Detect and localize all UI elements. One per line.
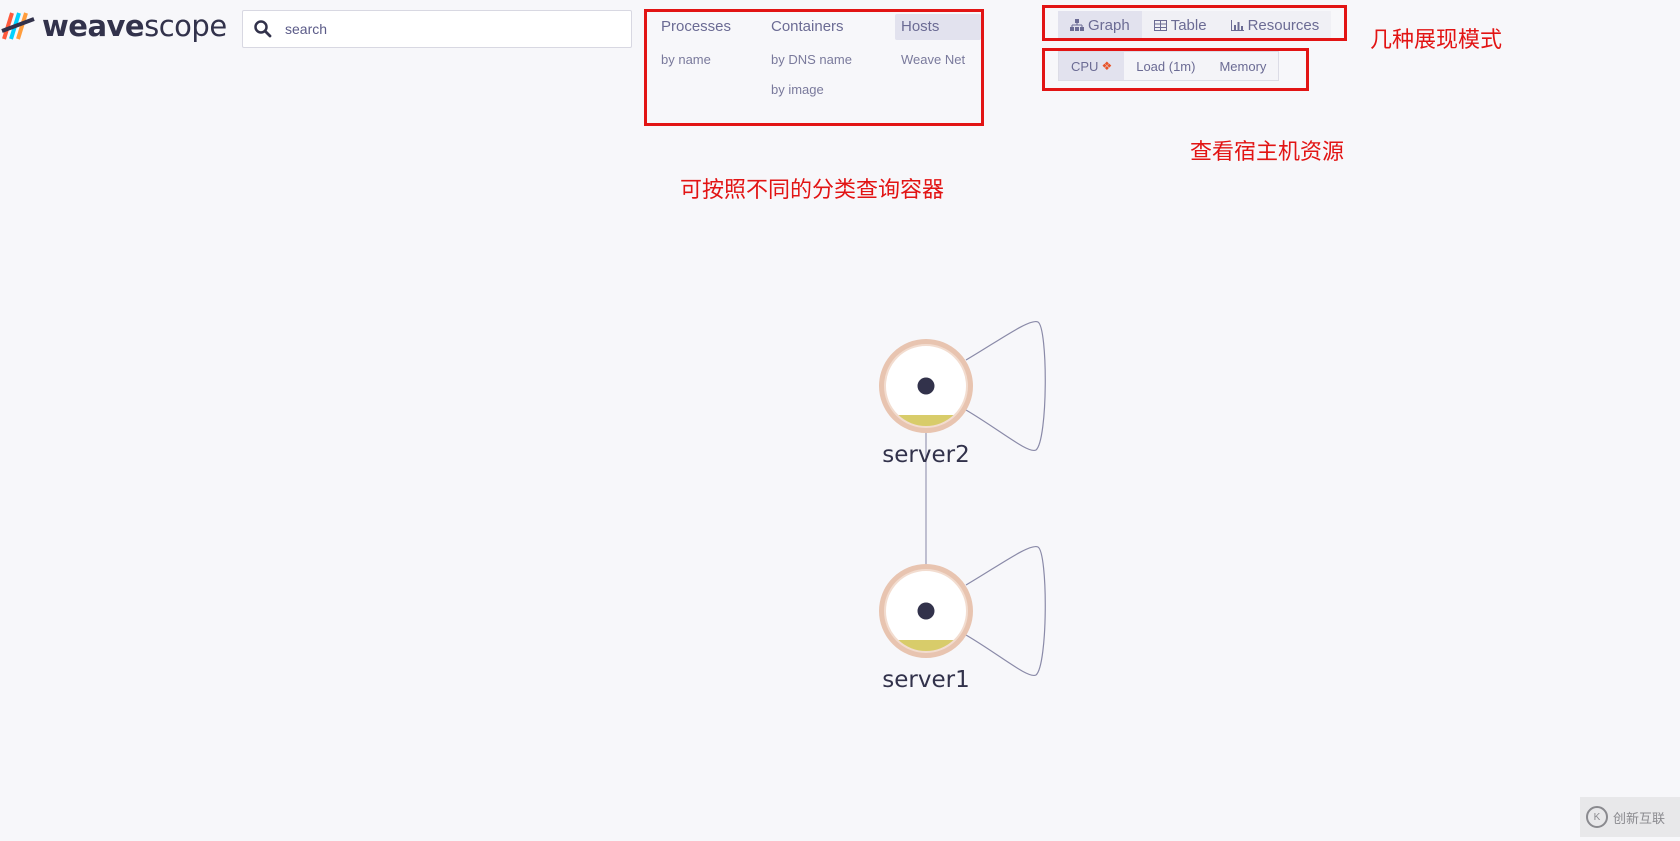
- node-server2[interactable]: [879, 339, 973, 433]
- node-server1-label[interactable]: server1: [856, 667, 996, 693]
- edge-server1-self[interactable]: [965, 545, 1046, 676]
- node-server1-core: [917, 602, 935, 620]
- topology-graph: [879, 320, 1046, 676]
- node-server1[interactable]: [879, 564, 973, 658]
- watermark-logo-icon: K: [1586, 806, 1608, 828]
- watermark-text: 创新互联: [1613, 810, 1666, 826]
- edge-server2-self[interactable]: [965, 320, 1046, 451]
- node-server2-core: [917, 377, 935, 395]
- watermark: K 创新互联: [1580, 797, 1680, 837]
- node-server2-label[interactable]: server2: [856, 442, 996, 468]
